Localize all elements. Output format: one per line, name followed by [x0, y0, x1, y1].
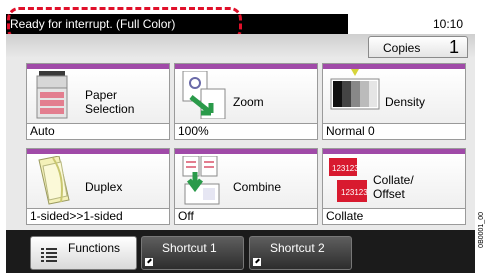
status-bar: Ready for interrupt. (Full Color)	[6, 14, 348, 34]
tile-face: Paper Selection	[27, 69, 169, 123]
functions-label: Functions	[68, 241, 121, 255]
shortcut-1-label: Shortcut 1	[162, 241, 217, 255]
tile-label: Collate/ Offset	[373, 173, 414, 201]
tile-face: Duplex	[27, 154, 169, 208]
figure-code: 0B0001_00	[478, 212, 485, 248]
tile-value: Auto	[27, 123, 169, 139]
bottom-nav: Functions Shortcut 1 Shortcut 2	[6, 230, 475, 273]
copies-count: 1	[448, 37, 459, 57]
collate-icon-text: 123123	[341, 188, 368, 197]
duplex-icon	[38, 156, 70, 205]
shortcut-2-label: Shortcut 2	[270, 241, 325, 255]
tile-face: 123123 123123 Collate/ Offset	[323, 154, 465, 208]
function-grid: Paper Selection Auto Zoom 100% Density N…	[6, 58, 475, 230]
clock: 10:10	[432, 17, 463, 31]
tile-value: 1-sided>>1-sided	[27, 208, 169, 224]
tile-combine[interactable]: Combine Off	[174, 148, 318, 225]
shortcut-2-button[interactable]: Shortcut 2	[249, 236, 352, 270]
menu-list-icon	[41, 248, 57, 262]
tile-face: Combine	[175, 154, 317, 208]
tile-face: Density	[323, 69, 465, 123]
tile-label: Paper Selection	[85, 88, 135, 116]
tile-collate-offset[interactable]: 123123 123123 Collate/ Offset Collate	[322, 148, 466, 225]
copies-tab[interactable]: Copies 1	[368, 36, 468, 58]
tile-zoom[interactable]: Zoom 100%	[174, 63, 318, 140]
shortcut-1-button[interactable]: Shortcut 1	[141, 236, 244, 270]
zoom-icon	[182, 71, 226, 119]
tile-label: Duplex	[85, 180, 123, 194]
functions-button[interactable]: Functions	[30, 236, 137, 270]
tile-value: Collate	[323, 208, 465, 224]
tile-value: 100%	[175, 123, 317, 139]
tile-density[interactable]: Density Normal 0	[322, 63, 466, 140]
status-message: Ready for interrupt. (Full Color)	[10, 17, 176, 31]
tile-label: Density	[385, 95, 426, 109]
tile-value: Normal 0	[323, 123, 465, 139]
tile-face: Zoom	[175, 69, 317, 123]
collate-icon-text: 123123	[332, 164, 359, 173]
status-bar-right: 10:10	[348, 14, 475, 34]
tile-label: Combine	[233, 180, 282, 194]
tile-value: Off	[175, 208, 317, 224]
combine-icon	[182, 156, 220, 205]
collate-icon: 123123 123123	[329, 158, 368, 202]
shortcut-icon	[253, 258, 261, 266]
tile-paper-selection[interactable]: Paper Selection Auto	[26, 63, 170, 140]
tile-label: Zoom	[233, 95, 264, 109]
tile-duplex[interactable]: Duplex 1-sided>>1-sided	[26, 148, 170, 225]
copy-screen: Ready for interrupt. (Full Color) 10:10 …	[0, 0, 475, 273]
shortcut-icon	[145, 258, 153, 266]
density-icon	[330, 69, 380, 110]
copier-icon	[36, 71, 68, 119]
copies-label: Copies	[383, 41, 421, 55]
